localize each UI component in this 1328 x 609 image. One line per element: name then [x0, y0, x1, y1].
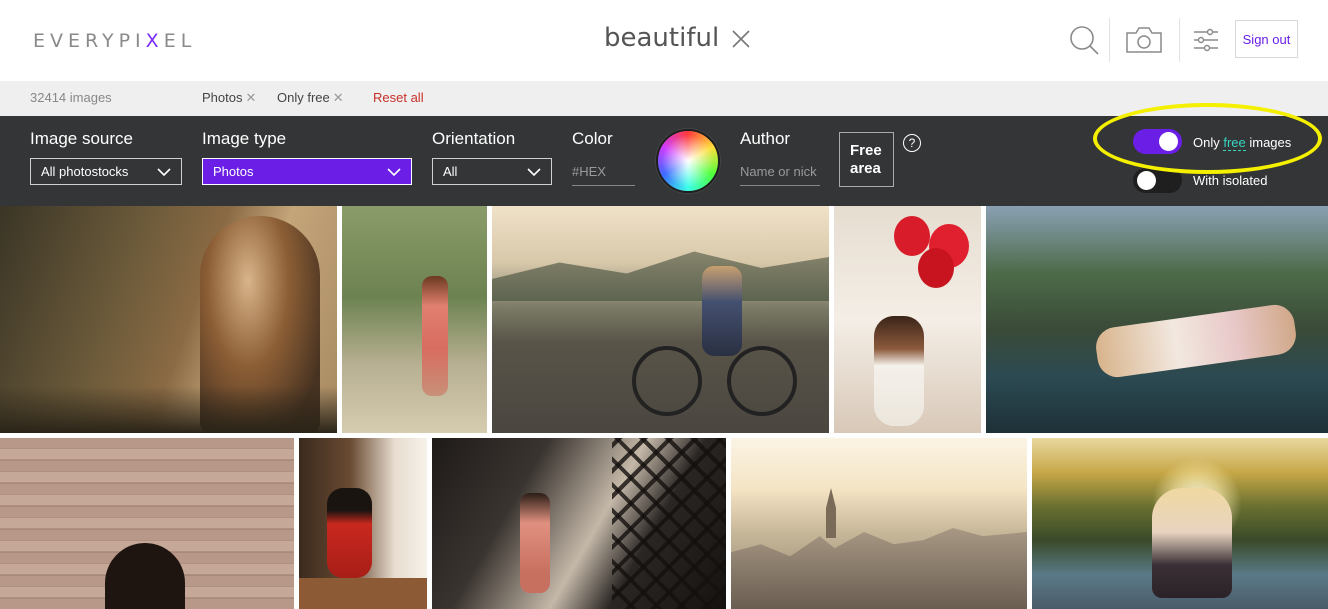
photo-subject [1152, 488, 1232, 598]
photo-subject [422, 276, 448, 396]
orientation-value: All [443, 164, 458, 179]
photo-woman-pink-dress-path[interactable] [342, 206, 487, 433]
image-source-value: All photostocks [41, 164, 129, 179]
image-source-select[interactable]: All photostocks [30, 158, 182, 185]
color-wheel-picker[interactable] [656, 129, 720, 193]
photo-woman-brick-wall[interactable] [0, 438, 294, 609]
photo-church-spire [826, 488, 836, 538]
photo-woman-red-balloons[interactable] [834, 206, 981, 433]
photo-buildings [731, 528, 1027, 609]
free-area-button[interactable]: Free area [839, 132, 894, 187]
photo-subject [327, 488, 372, 578]
free-area-line1: Free [850, 142, 882, 159]
sliders-icon[interactable] [1192, 20, 1220, 60]
camera-icon[interactable] [1122, 20, 1166, 60]
photo-wheel [727, 346, 797, 416]
help-icon[interactable]: ? [903, 134, 921, 152]
orientation-label: Orientation [432, 129, 516, 148]
filter-chip-only-free[interactable]: Only free ✕ [277, 90, 344, 106]
image-source-label: Image source [30, 129, 133, 148]
free-area-line2: area [850, 160, 881, 177]
photo-wheel [632, 346, 702, 416]
photo-subject [874, 316, 924, 426]
chip-label: Photos [202, 90, 243, 105]
photo-window-grid [612, 438, 726, 609]
chip-remove-icon[interactable]: ✕ [333, 90, 344, 105]
photo-woman-on-car-hood[interactable] [986, 206, 1328, 433]
sign-out-button[interactable]: Sign out [1235, 20, 1298, 58]
image-type-select[interactable]: Photos [202, 158, 412, 185]
author-label: Author [740, 129, 791, 148]
result-count: 32414 images [30, 90, 112, 105]
search-icon[interactable] [1066, 20, 1102, 60]
photo-balloon [918, 248, 954, 288]
photo-woman-balcony-bokeh[interactable] [0, 206, 337, 433]
chevron-down-icon [527, 168, 541, 177]
header-divider [1179, 18, 1180, 62]
chip-remove-icon[interactable]: ✕ [245, 90, 256, 105]
chip-label: Only free [277, 90, 330, 105]
photo-shade [0, 386, 337, 433]
color-label: Color [572, 129, 613, 148]
search-query-text[interactable]: beautiful [604, 23, 719, 53]
reset-all-link[interactable]: Reset all [373, 90, 424, 105]
image-type-label: Image type [202, 129, 287, 148]
photo-balloon [894, 216, 930, 256]
annotation-highlight-ellipse [1093, 103, 1322, 174]
logo-x-mark: X [145, 30, 164, 52]
photo-table [299, 578, 427, 609]
everypixel-logo[interactable]: EVERYPIXEL [33, 30, 196, 52]
photo-mountains [492, 251, 829, 301]
logo-text: EVERYPI [33, 30, 146, 52]
clear-search-icon[interactable] [730, 28, 752, 50]
photo-woman-window-shadow[interactable] [432, 438, 726, 609]
header-divider [1109, 18, 1110, 62]
logo-text-end: EL [163, 30, 197, 52]
top-header: EVERYPIXEL beautiful Sign out [0, 0, 1328, 81]
orientation-select[interactable]: All [432, 158, 552, 185]
photo-subject [1093, 302, 1299, 380]
photo-city-rooftops-sunset[interactable] [731, 438, 1027, 609]
photo-subject [105, 543, 185, 609]
photo-subject [702, 266, 742, 356]
chevron-down-icon [157, 168, 171, 177]
photo-woman-red-top-cafe[interactable] [299, 438, 427, 609]
toggle-knob [1137, 171, 1156, 190]
with-isolated-label: With isolated [1193, 173, 1268, 188]
author-input[interactable] [740, 158, 820, 186]
active-filters-bar: 32414 images Photos ✕ Only free ✕ Reset al… [0, 81, 1328, 116]
hex-color-input[interactable] [572, 158, 635, 186]
photo-girl-on-bicycle[interactable] [492, 206, 829, 433]
image-type-value: Photos [213, 164, 254, 179]
chevron-down-icon [387, 168, 401, 177]
filter-chip-photos[interactable]: Photos ✕ [202, 90, 256, 106]
photo-woman-sunset-lake[interactable] [1032, 438, 1328, 609]
photo-subject [520, 493, 550, 593]
